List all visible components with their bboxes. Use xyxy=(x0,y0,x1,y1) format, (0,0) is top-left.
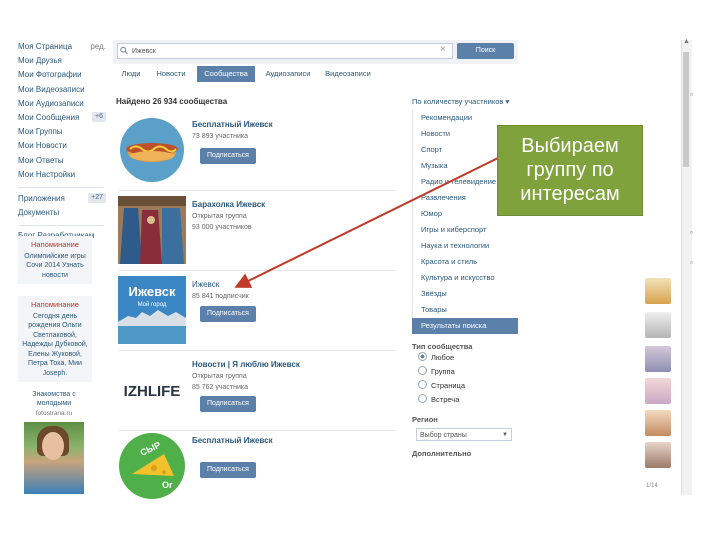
side-tool-icon[interactable]: ▫ xyxy=(690,258,693,267)
friend-avatar[interactable] xyxy=(645,346,671,372)
friend-avatar[interactable] xyxy=(645,278,671,304)
instruction-callout: Выбираем группу по интересам xyxy=(497,125,643,216)
annotation-arrow xyxy=(234,157,499,288)
side-tool-icon[interactable]: ▫ xyxy=(690,228,693,237)
friend-avatar[interactable] xyxy=(645,378,671,404)
side-tool-icon[interactable]: ▫ xyxy=(690,90,693,99)
friend-avatar[interactable] xyxy=(645,410,671,436)
friend-avatar[interactable] xyxy=(645,312,671,338)
friend-avatar[interactable] xyxy=(645,442,671,468)
scroll-up-icon[interactable]: ▲ xyxy=(683,38,690,45)
page-number: 1/14 xyxy=(646,483,658,489)
scrollbar-thumb[interactable] xyxy=(683,52,689,167)
